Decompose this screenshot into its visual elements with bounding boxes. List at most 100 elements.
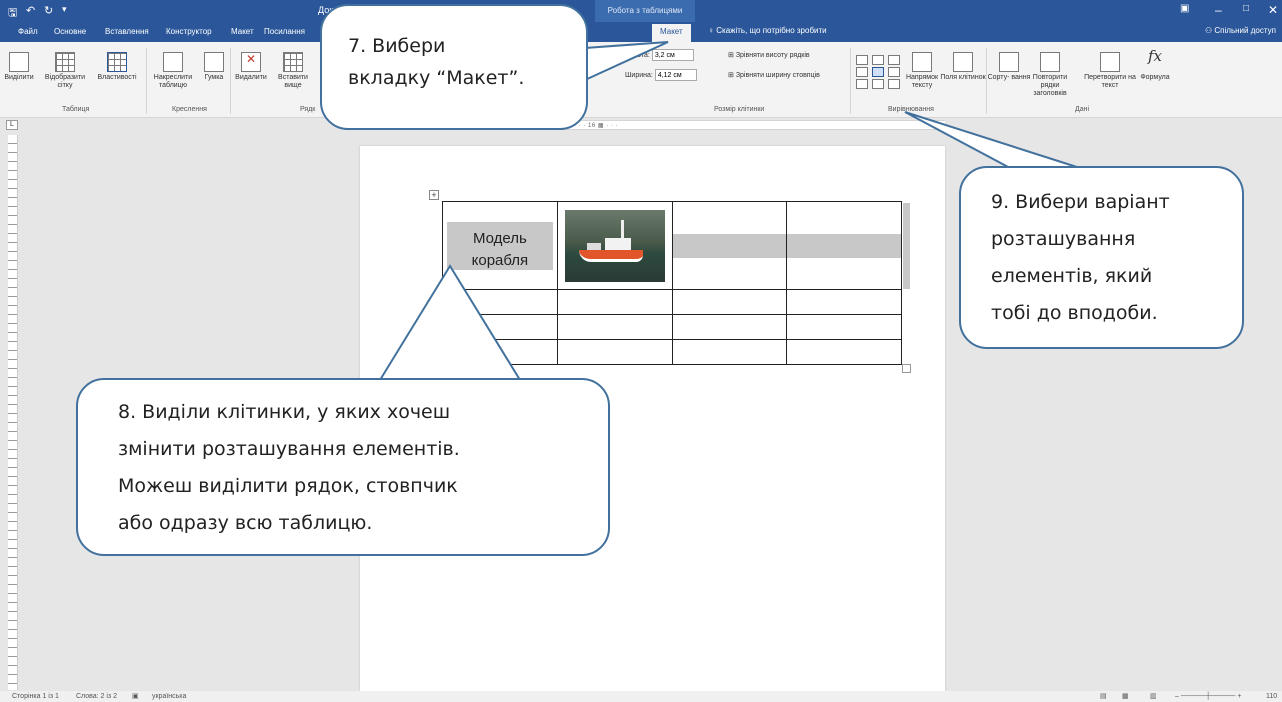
table-resize-handle[interactable] [902,364,911,373]
row-height-input[interactable] [651,49,694,61]
distribute-rows-label: Зрівняти висоту рядків [735,52,810,59]
sort-az-icon [999,52,1019,72]
table-cell[interactable] [556,339,673,365]
ribbon-tab-row: Файл Основне Вставлення Конструктор Маке… [0,22,1282,42]
share-label: Спільний доступ [1214,26,1276,35]
repeat-header-label: Повторити рядки заголовків [1032,74,1068,97]
table-cell[interactable] [671,201,788,290]
table-move-handle[interactable]: + [429,190,439,200]
insert-above-button[interactable]: Вставити вище [270,52,316,90]
align-top-center-icon[interactable] [872,55,884,65]
select-button[interactable]: Виділити [0,52,42,82]
distribute-rows-button[interactable]: ⊞ Зрівняти висоту рядків [728,51,810,59]
callout-7-text: 7. Вибери вкладку “Макет”. [348,35,525,89]
minimize-button[interactable]: – [1215,3,1222,17]
align-middle-center-icon[interactable] [872,67,884,77]
print-layout-icon[interactable]: ▦ [1122,691,1129,702]
vertical-ruler[interactable] [8,135,18,690]
undo-icon[interactable]: ↶ [26,4,35,17]
delete-label: Видалити [235,74,267,81]
photo-cabin [604,237,631,251]
table-cell[interactable] [556,314,673,340]
zoom-level[interactable]: 110 [1266,691,1277,702]
table-row[interactable] [442,314,902,340]
table-cell[interactable] [786,201,902,290]
table-cell[interactable] [556,289,673,315]
table-cell[interactable]: Модель корабля [442,201,558,290]
cell-margins-button[interactable]: Поля клітинок [940,52,986,82]
formula-button[interactable]: fx Формула [1132,49,1178,82]
cell-margins-label: Поля клітинок [940,74,986,81]
tab-references[interactable]: Посилання [264,27,305,36]
draw-table-button[interactable]: Накреслити таблицю [150,52,196,90]
cell-alignment-grid[interactable] [854,54,902,96]
align-middle-left-icon[interactable] [856,67,868,77]
table-cell-photo[interactable] [556,201,673,290]
table-row[interactable]: Модель корабля [442,201,902,290]
column-width-input[interactable] [654,69,697,81]
restore-button[interactable]: □ [1243,3,1249,14]
proofing-icon[interactable]: ▣ [132,691,139,702]
close-button[interactable]: ✕ [1268,3,1278,17]
view-gridlines-button[interactable]: Відобразити сітку [42,52,88,90]
table-cell[interactable] [442,289,558,315]
tab-file[interactable]: Файл [18,27,38,36]
callout-9-text: 9. Вибери варіант розташування елементів… [991,191,1170,324]
delete-table-icon [241,52,261,72]
share-button[interactable]: ⚇ Спільний доступ [1205,26,1276,35]
table-cell[interactable] [442,314,558,340]
save-icon[interactable]: 🖫 [8,4,17,23]
ship-photo [564,209,665,282]
document-table[interactable]: Модель корабля [442,201,902,365]
word-count[interactable]: Слова: 2 із 2 [76,691,117,702]
eraser-label: Гумка [204,74,224,81]
properties-button[interactable]: Властивості [94,52,140,82]
selection-shade [787,233,901,258]
insert-above-label: Вставити вище [278,74,308,89]
text-direction-label: Напрямок тексту [905,74,939,89]
tab-page-layout[interactable]: Макет [231,27,254,36]
convert-to-text-button[interactable]: Перетворити на текст [1084,52,1136,90]
tab-home[interactable]: Основне [54,27,86,36]
language[interactable]: українська [152,691,186,702]
tab-selector[interactable]: L [6,120,18,130]
height-label: Висота: [625,51,650,59]
align-top-left-icon[interactable] [856,55,868,65]
table-row[interactable] [442,339,902,365]
page-count[interactable]: Сторінка 1 із 1 [12,691,59,702]
table-cell[interactable] [671,339,788,365]
column-width-field: Ширина: [625,69,697,81]
tab-design[interactable]: Конструктор [166,27,212,36]
select-label: Виділити [4,74,34,81]
table-properties-icon [107,52,127,72]
table-cell[interactable] [442,339,558,365]
text-direction-button[interactable]: Напрямок тексту [899,52,945,90]
table-cell[interactable] [786,314,902,340]
web-layout-icon[interactable]: ▥ [1150,691,1157,702]
tell-me-label: Скажіть, що потрібно зробити [716,26,827,35]
table-row[interactable] [442,289,902,315]
align-bottom-left-icon[interactable] [856,79,868,89]
table-cell[interactable] [786,339,902,365]
repeat-header-rows-button[interactable]: Повторити рядки заголовків [1024,52,1076,98]
tab-insert[interactable]: Вставлення [105,27,149,36]
align-bottom-center-icon[interactable] [872,79,884,89]
photo-hull [578,249,643,262]
redo-icon[interactable]: ↻ [44,4,53,17]
table-tools-context-label: Робота з таблицями [595,0,695,22]
delete-button[interactable]: Видалити [228,52,274,82]
end-of-row-marker [903,203,910,289]
group-cell-size-label: Розмір клітинки [714,106,765,113]
table-cell[interactable] [671,289,788,315]
cursor-icon [9,52,29,72]
read-mode-icon[interactable]: ▤ [1100,691,1107,702]
customize-quick-access-icon[interactable]: ▾ [62,4,67,15]
table-cell[interactable] [671,314,788,340]
ribbon-display-button[interactable]: ▣ [1180,3,1189,14]
table-cell[interactable] [786,289,902,315]
cell-margins-icon [953,52,973,72]
tab-table-layout[interactable]: Макет [652,24,691,42]
zoom-slider[interactable]: – ─────┼───── + [1175,691,1241,702]
tell-me-search[interactable]: ♀ Скажіть, що потрібно зробити [708,26,827,35]
distribute-columns-button[interactable]: ⊞ Зрівняти ширину стовпців [728,71,820,79]
